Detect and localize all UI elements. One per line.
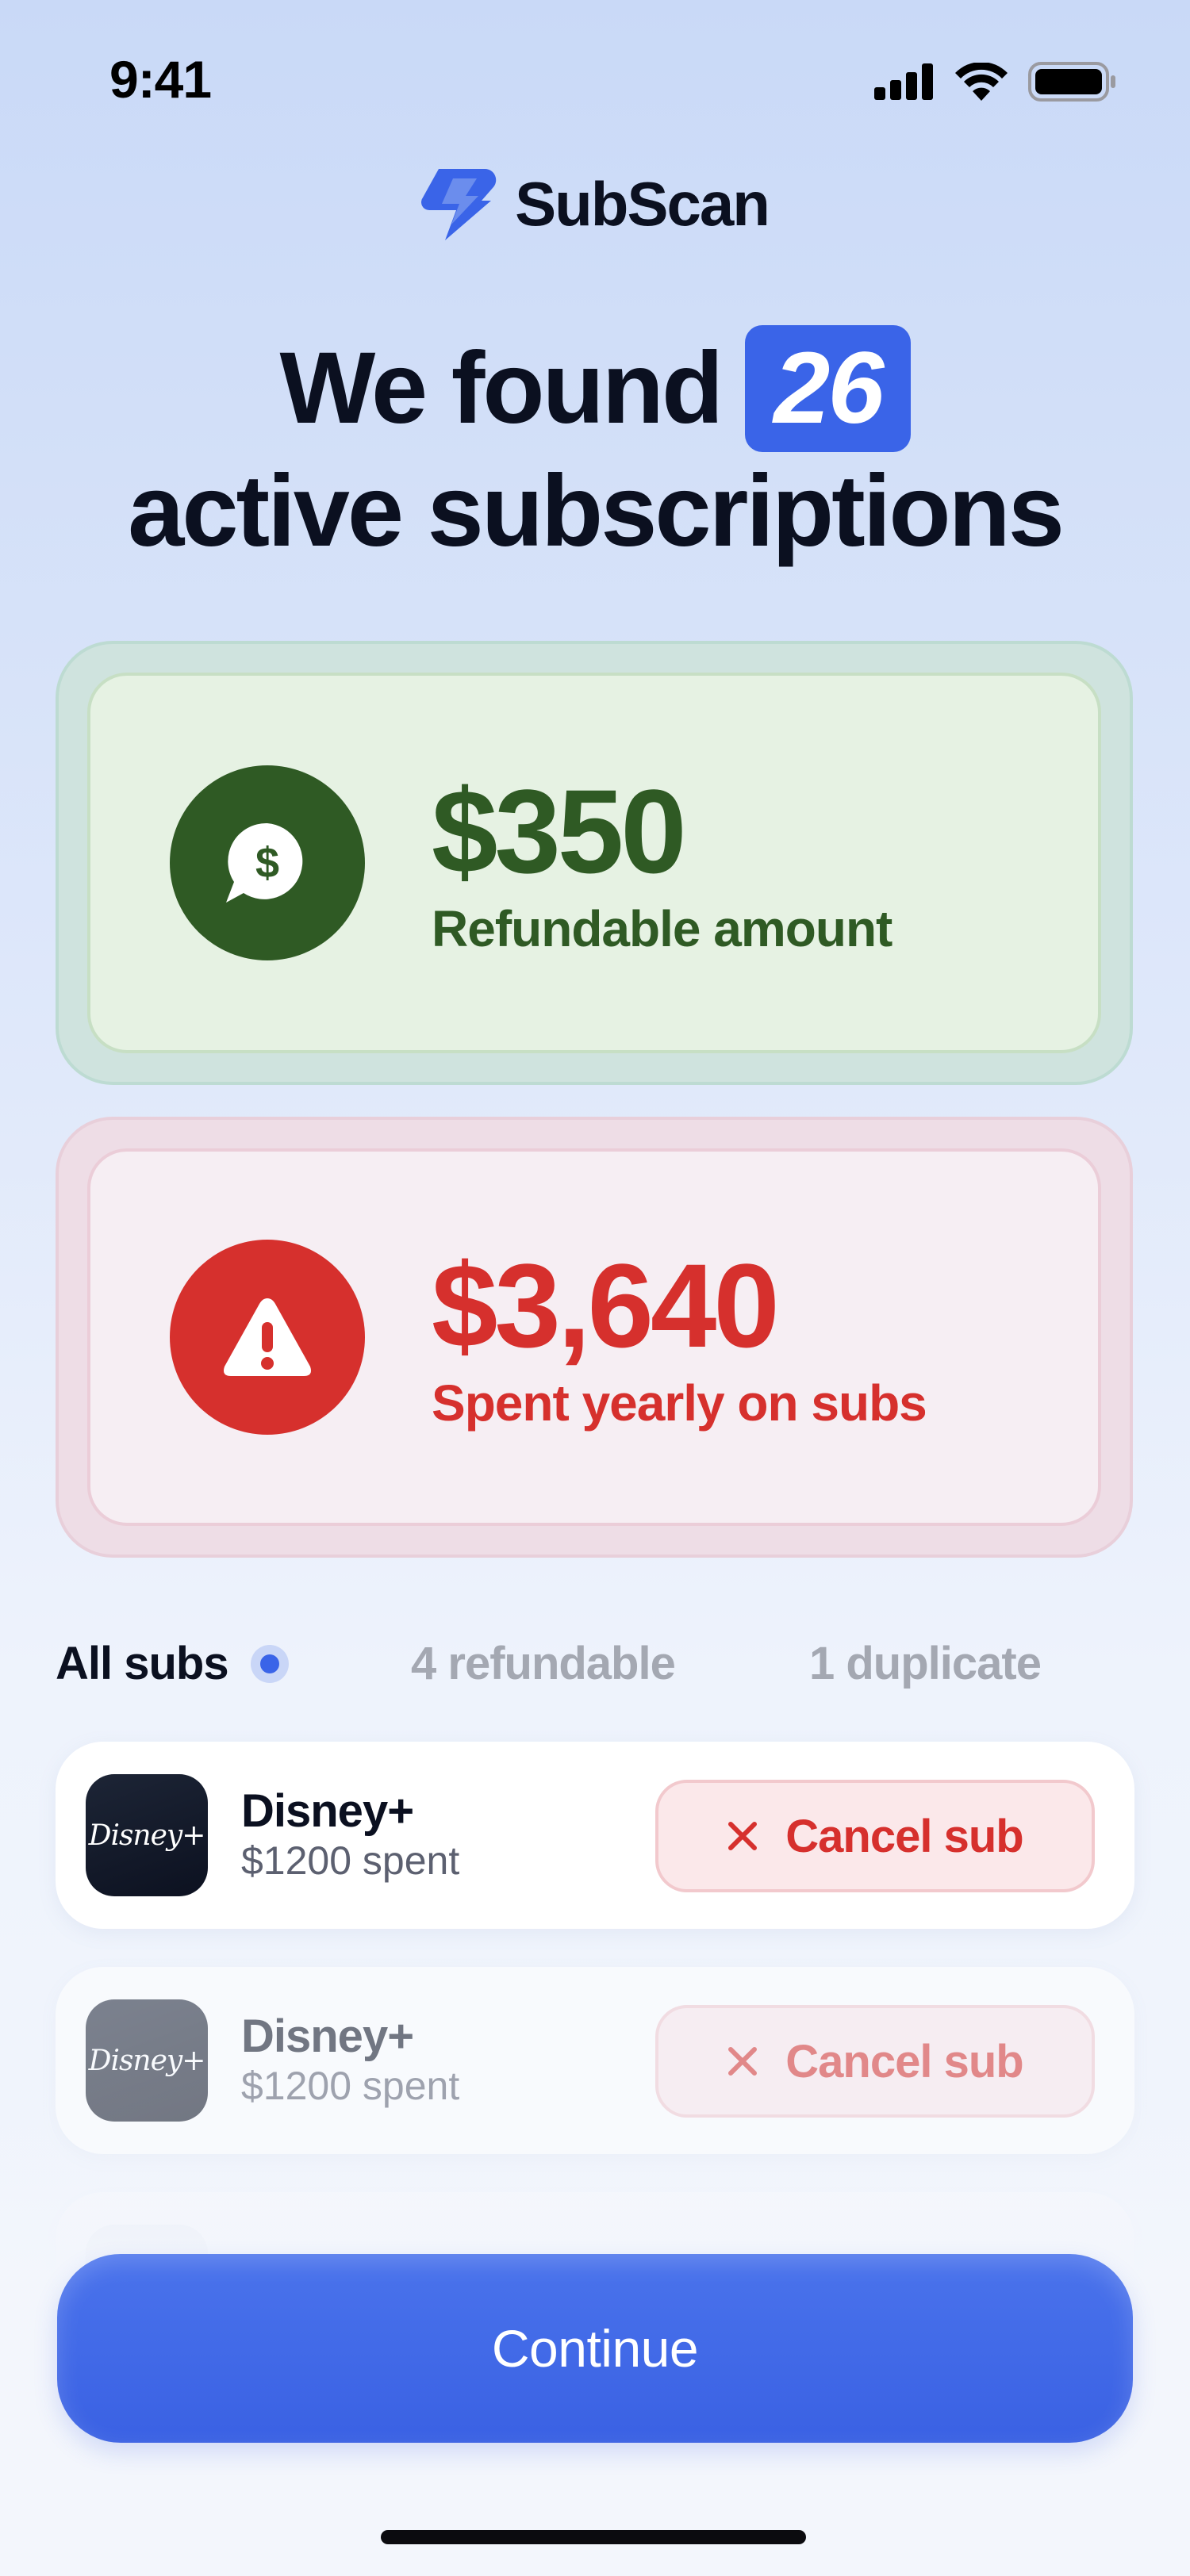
tab-all-subs[interactable]: All subs: [56, 1637, 289, 1690]
close-icon: [728, 1822, 758, 1850]
cancel-label: Cancel sub: [785, 1810, 1023, 1862]
refundable-icon-circle: $: [170, 765, 365, 960]
spent-amount: $3,640: [432, 1239, 780, 1372]
status-time: 9:41: [109, 50, 212, 109]
home-indicator: [381, 2530, 806, 2544]
filter-tabs: All subs 4 refundable 1 duplicate: [56, 1637, 1134, 1694]
subscription-count-badge: 26: [745, 325, 911, 452]
spent-label: Spent yearly on subs: [432, 1374, 927, 1432]
warning-triangle-icon: [224, 1298, 311, 1376]
subscription-spent: $1200 spent: [241, 1838, 460, 1883]
subscription-row[interactable]: Disney+ Disney+ $1200 spent Cancel sub: [56, 1742, 1134, 1929]
selected-dot-icon: [250, 1644, 289, 1683]
lightning-bolt-icon: [421, 168, 497, 240]
headline-line2: active subscriptions: [128, 454, 1065, 568]
headline-prefix: We found: [279, 332, 724, 445]
wifi-icon: [955, 63, 1008, 101]
status-bar: 9:41: [0, 48, 1190, 119]
refundable-card: $ $350 Refundable amount: [56, 641, 1133, 1085]
tab-duplicate[interactable]: 1 duplicate: [809, 1637, 1042, 1690]
app-name: SubScan: [515, 169, 770, 239]
subscription-name: Disney+: [241, 1785, 414, 1837]
spent-card: $3,640 Spent yearly on subs: [56, 1117, 1133, 1558]
logo-text: Disney+: [88, 1819, 206, 1852]
headline: We found 26 active subscriptions: [0, 325, 1190, 571]
cancel-label: Cancel sub: [785, 2035, 1023, 2087]
cancel-sub-button[interactable]: Cancel sub: [655, 1780, 1095, 1892]
close-icon: [728, 2047, 758, 2076]
app-logo: SubScan: [0, 168, 1190, 240]
cellular-signal-icon: [874, 63, 933, 100]
refundable-amount: $350: [432, 765, 687, 898]
subscription-row[interactable]: Disney+ Disney+ $1200 spent Cancel sub: [56, 1967, 1134, 2154]
spent-icon-circle: [170, 1240, 365, 1435]
tab-refundable[interactable]: 4 refundable: [411, 1637, 676, 1690]
continue-button[interactable]: Continue: [57, 2254, 1133, 2443]
status-icons: [874, 62, 1117, 102]
disney-plus-logo: Disney+: [86, 1999, 208, 2122]
subscription-spent: $1200 spent: [241, 2064, 460, 2108]
battery-icon: [1028, 62, 1115, 102]
logo-text: Disney+: [88, 2044, 206, 2077]
svg-text:$: $: [255, 839, 279, 887]
disney-plus-logo: Disney+: [86, 1774, 208, 1896]
tab-label: All subs: [56, 1638, 229, 1689]
dollar-chat-bubble-icon: $: [226, 822, 303, 903]
refundable-label: Refundable amount: [432, 900, 892, 957]
subscription-name: Disney+: [241, 2011, 414, 2062]
cancel-sub-button[interactable]: Cancel sub: [655, 2005, 1095, 2118]
